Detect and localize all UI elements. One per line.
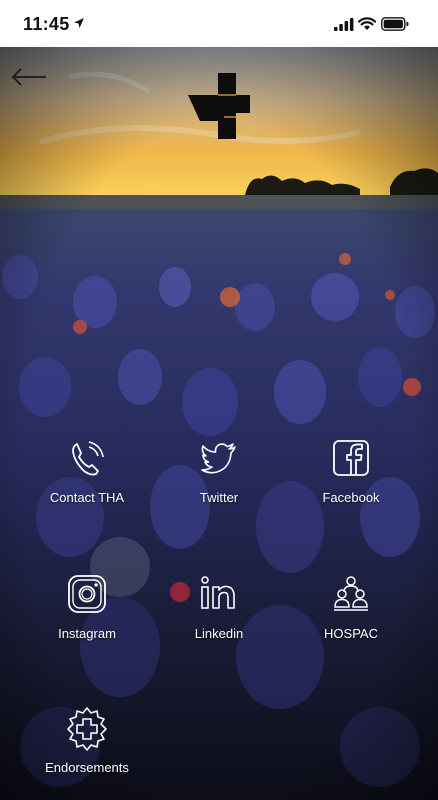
tile-label-twitter: Twitter [199,490,239,505]
linkedin-icon [201,576,235,609]
location-arrow-icon [74,18,84,28]
background-photo [0,47,438,800]
tile-label-linkedin: Linkedin [194,626,244,641]
phone-icon [72,441,104,476]
status-time: 11:45 [23,14,70,34]
instagram-button[interactable]: Instagram [27,574,147,641]
endorsements-button[interactable]: Endorsements [27,706,147,775]
contact-tha-button[interactable]: Contact THA [27,438,147,505]
medical-badge-icon [67,707,107,751]
twitter-icon [201,443,236,474]
facebook-icon [333,440,369,476]
cellular-signal-icon [334,18,354,31]
hospac-button[interactable]: HOSPAC [291,574,411,641]
instagram-icon [68,575,106,613]
tile-label-endorsements: Endorsements [45,760,129,775]
tile-label-contact-tha: Contact THA [49,490,125,505]
battery-icon [381,17,409,31]
tile-label-facebook: Facebook [322,490,380,505]
app-logo [188,73,250,139]
wifi-icon [358,17,376,30]
facebook-button[interactable]: Facebook [291,438,411,505]
tile-label-instagram: Instagram [58,626,116,641]
people-icon [334,576,368,611]
twitter-button[interactable]: Twitter [159,438,279,505]
tile-label-hospac: HOSPAC [324,626,378,641]
linkedin-button[interactable]: Linkedin [159,574,279,641]
status-bar: 11:45 [0,0,438,47]
back-arrow-icon[interactable] [10,66,48,88]
